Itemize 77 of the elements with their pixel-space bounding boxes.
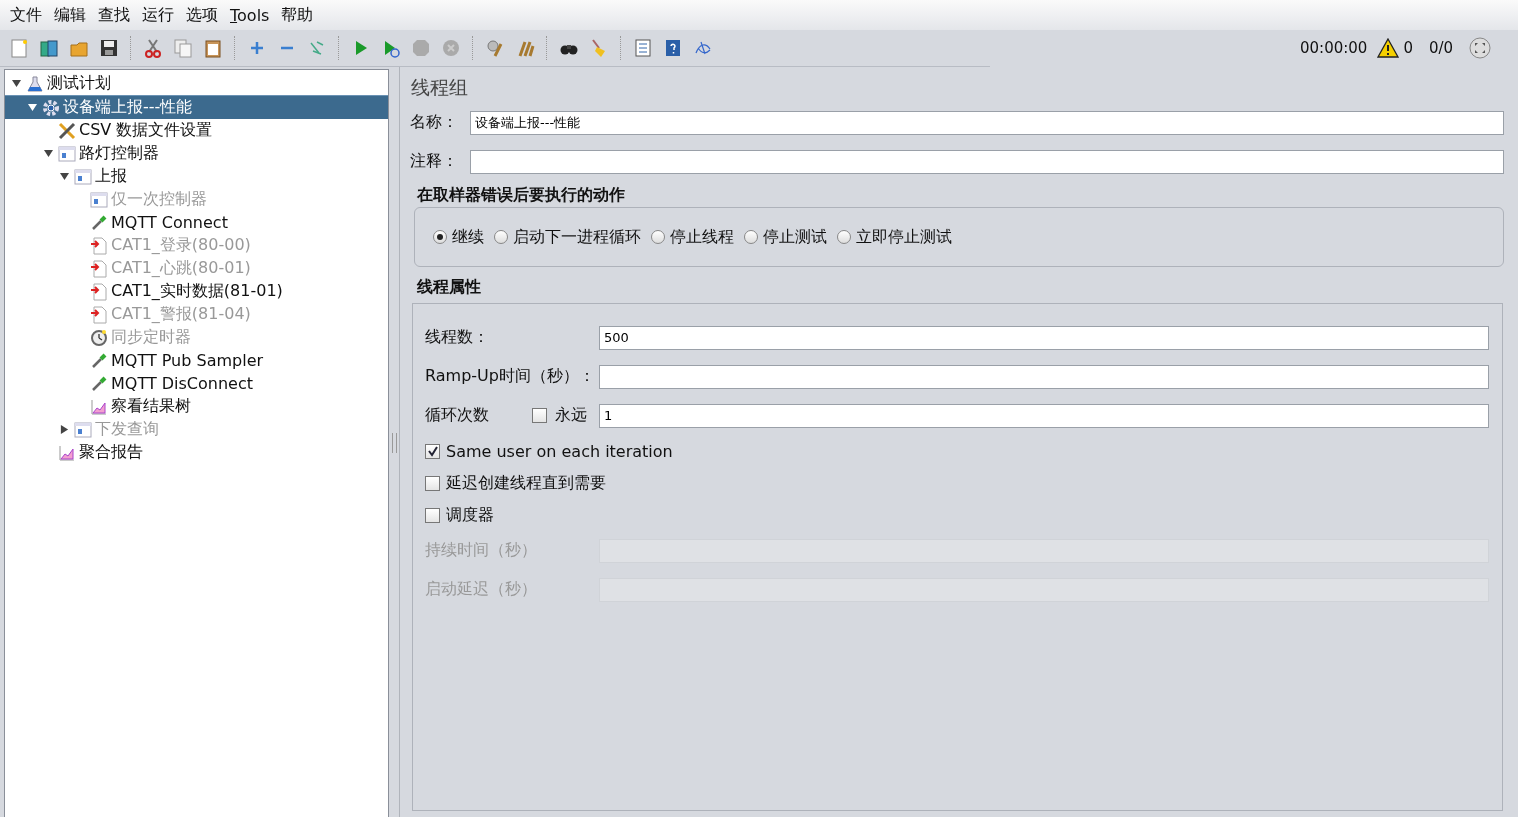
- panel-title: 线程组: [411, 75, 469, 100]
- menu-item[interactable]: 选项: [180, 4, 224, 26]
- flask-icon: [26, 74, 44, 93]
- menu-item[interactable]: 查找: [92, 4, 136, 26]
- checkbox[interactable]: [425, 443, 440, 459]
- document-arrow-icon: [90, 282, 108, 301]
- checkbox-label: 延迟创建线程直到需要: [446, 472, 606, 494]
- tree-item[interactable]: CSV 数据文件设置: [5, 119, 388, 142]
- document-arrow-icon: [90, 305, 108, 324]
- thread-count: 0/0: [1428, 39, 1454, 57]
- chart-icon: [90, 397, 108, 416]
- tree-item[interactable]: 设备端上报---性能: [5, 95, 388, 119]
- radio-icon[interactable]: [837, 230, 851, 244]
- tree-item[interactable]: CAT1_实时数据(81-01): [5, 280, 388, 303]
- tree-item[interactable]: 路灯控制器: [5, 142, 388, 165]
- radio-icon[interactable]: [651, 230, 665, 244]
- pipette-icon: [90, 213, 108, 232]
- radio-icon[interactable]: [494, 230, 508, 244]
- field-label: 持续时间（秒）: [425, 540, 538, 561]
- menu-item[interactable]: 编辑: [48, 4, 92, 26]
- elapsed-time: 00:00:00: [1300, 39, 1368, 57]
- menu-item[interactable]: 文件: [4, 4, 48, 26]
- radio-option[interactable]: 停止测试: [744, 226, 827, 248]
- tree-item[interactable]: MQTT Pub Sampler: [5, 349, 388, 372]
- radio-icon[interactable]: [744, 230, 758, 244]
- section-heading: 在取样器错误后要执行的动作: [417, 185, 626, 206]
- radio-option[interactable]: 启动下一进程循环: [494, 226, 641, 248]
- expand-arrows-icon[interactable]: [1469, 37, 1492, 59]
- field-label: 循环次数: [425, 405, 489, 426]
- gear-icon: [42, 98, 60, 117]
- field-label: 名称：: [410, 112, 459, 133]
- tree-item[interactable]: 测试计划: [5, 72, 388, 95]
- checkbox-label: Same user on each iteration: [446, 441, 673, 461]
- document-arrow-icon: [90, 236, 108, 255]
- window-icon: [58, 144, 76, 163]
- menu-item[interactable]: 运行: [136, 4, 180, 26]
- input-field[interactable]: 500: [599, 325, 1489, 350]
- comment-field[interactable]: [470, 149, 1504, 174]
- menu-item[interactable]: Tools: [224, 5, 276, 25]
- checkbox[interactable]: [425, 507, 440, 523]
- tools-icon: [58, 121, 76, 140]
- document-arrow-icon: [90, 259, 108, 278]
- field-label: Ramp-Up时间（秒）：: [425, 366, 596, 387]
- chart-icon: [58, 443, 76, 462]
- input-field[interactable]: 1: [599, 403, 1489, 428]
- pipette-icon: [90, 374, 108, 393]
- expanded-triangle-icon[interactable]: [43, 149, 53, 158]
- tree-item[interactable]: 上报: [5, 165, 388, 188]
- checkbox-label: 调度器: [446, 504, 494, 526]
- tree-item[interactable]: MQTT DisConnect: [5, 372, 388, 395]
- window-icon: [90, 190, 108, 209]
- section-heading: 线程属性: [417, 277, 482, 298]
- menu-item[interactable]: 帮助: [275, 4, 320, 26]
- checkbox-label: 永远: [555, 405, 587, 426]
- expanded-triangle-icon[interactable]: [59, 172, 69, 181]
- expanded-triangle-icon[interactable]: [11, 79, 21, 88]
- warning-icon: [1377, 38, 1400, 58]
- window-icon: [74, 167, 92, 186]
- field-label: 线程数：: [425, 327, 490, 348]
- tree-item[interactable]: 聚合报告: [5, 441, 388, 464]
- radio-icon[interactable]: [433, 230, 447, 244]
- tree-item[interactable]: MQTT Connect: [5, 211, 388, 234]
- checkbox[interactable]: [425, 475, 440, 491]
- name-field[interactable]: 设备端上报---性能: [470, 110, 1504, 135]
- pipette-icon: [90, 351, 108, 370]
- window-icon: [74, 420, 92, 439]
- checkbox[interactable]: [532, 408, 547, 423]
- expanded-triangle-icon[interactable]: [27, 103, 37, 112]
- warning-count: 0: [1403, 39, 1413, 57]
- radio-option[interactable]: 停止线程: [651, 226, 734, 248]
- radio-option[interactable]: 立即停止测试: [837, 226, 952, 248]
- clock-icon: [90, 328, 108, 347]
- radio-option[interactable]: 继续: [433, 226, 484, 248]
- input-field[interactable]: [599, 364, 1489, 389]
- field-label: 注释：: [410, 151, 459, 172]
- field-label: 启动延迟（秒）: [425, 579, 538, 600]
- tree-item[interactable]: 察看结果树: [5, 395, 388, 418]
